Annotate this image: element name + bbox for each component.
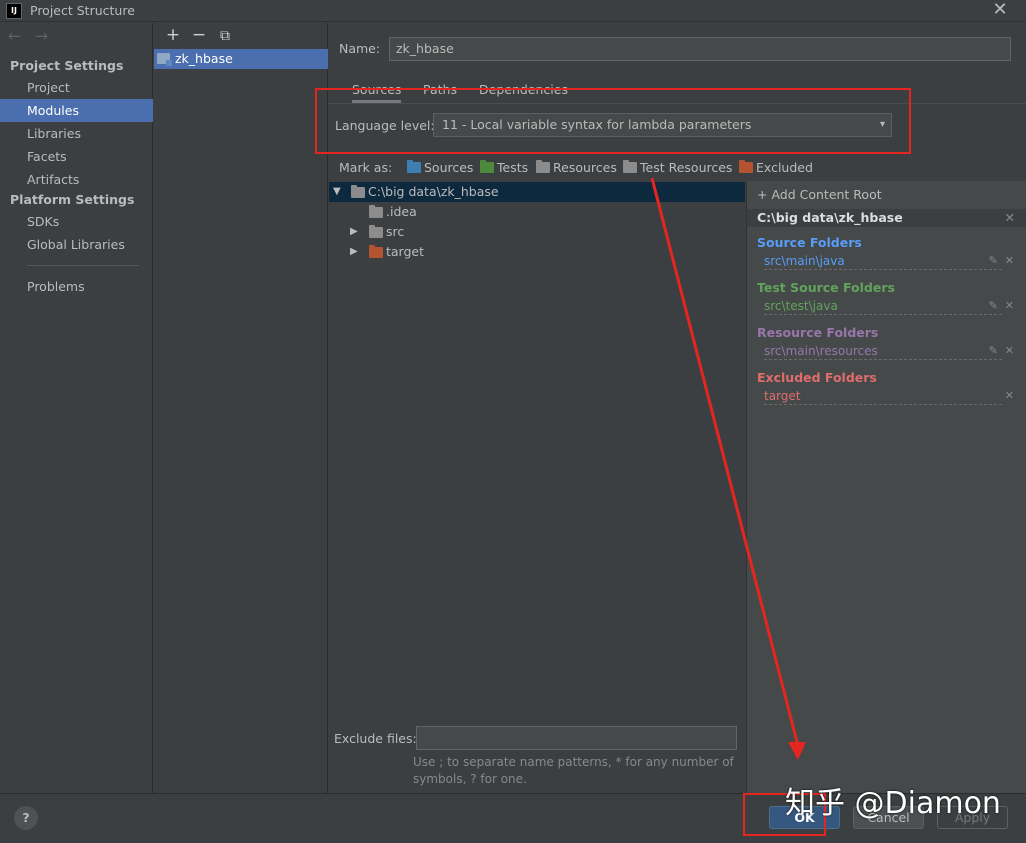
tab-sources[interactable]: Sources [352, 81, 402, 103]
mark-excluded-label: Excluded [756, 160, 813, 175]
module-item-zk-hbase[interactable]: zk_hbase [154, 49, 328, 69]
help-icon[interactable]: ? [14, 806, 38, 830]
test-source-folder-path[interactable]: src\test\java [764, 299, 1002, 315]
module-item-label: zk_hbase [175, 51, 233, 66]
test-resources-folder-icon [623, 160, 637, 173]
mark-resources-button[interactable]: Resources [536, 159, 617, 177]
remove-root-icon[interactable]: ✕ [1005, 209, 1015, 227]
remove-icon[interactable]: ✕ [1005, 254, 1014, 267]
nav-item-artifacts[interactable]: Artifacts [0, 168, 153, 191]
folder-icon [369, 205, 383, 218]
forward-arrow-icon[interactable]: → [35, 27, 48, 45]
mark-test-resources-button[interactable]: Test Resources [623, 159, 732, 177]
source-folder-actions: ✎ ✕ [989, 254, 1014, 267]
language-level-value: 11 - Local variable syntax for lambda pa… [442, 117, 752, 132]
excluded-folder-actions: ✕ [1005, 389, 1014, 402]
nav-item-facets[interactable]: Facets [0, 145, 153, 168]
name-label: Name: [339, 41, 381, 56]
test-folder-actions: ✎ ✕ [989, 299, 1014, 312]
source-folder-path[interactable]: src\main\java [764, 254, 1002, 270]
nav-item-project[interactable]: Project [0, 76, 153, 99]
content-root-panel: + Add Content Root C:\big data\zk_hbase … [746, 181, 1026, 793]
expand-triangle-icon[interactable]: ▶ [350, 242, 358, 262]
tab-paths[interactable]: Paths [423, 81, 457, 103]
resource-folder-path[interactable]: src\main\resources [764, 344, 1002, 360]
source-folders-title: Source Folders [757, 235, 862, 250]
nav-item-problems[interactable]: Problems [0, 275, 153, 298]
content-tree: ▼ C:\big data\zk_hbase .idea ▶ src ▶ tar… [329, 181, 745, 721]
nav-divider [27, 265, 139, 266]
nav-item-libraries[interactable]: Libraries [0, 122, 153, 145]
close-icon[interactable]: ✕ [992, 0, 1008, 22]
modules-toolbar: + − ⧉ [160, 25, 238, 47]
tree-item-label: .idea [386, 204, 417, 219]
nav-item-sdks[interactable]: SDKs [0, 210, 153, 233]
resource-folders-title: Resource Folders [757, 325, 879, 340]
folder-icon [369, 225, 383, 238]
platform-settings-header: Platform Settings [10, 192, 135, 207]
resource-folder-actions: ✎ ✕ [989, 344, 1014, 357]
nav-item-modules[interactable]: Modules [0, 99, 153, 122]
exclude-files-hint: Use ; to separate name patterns, * for a… [413, 755, 734, 786]
mark-tests-label: Tests [497, 160, 529, 175]
content-root-header: C:\big data\zk_hbase ✕ [747, 209, 1026, 227]
edit-icon[interactable]: ✎ [989, 254, 998, 267]
chevron-down-icon: ▾ [879, 119, 885, 130]
mark-excluded-button[interactable]: Excluded [739, 159, 813, 177]
tree-item-label: src [386, 224, 405, 239]
language-level-dropdown[interactable]: 11 - Local variable syntax for lambda pa… [433, 113, 892, 137]
tests-folder-icon [480, 160, 494, 173]
tree-row-target[interactable]: ▶ target [329, 242, 745, 262]
intellij-icon: IJ [6, 3, 22, 19]
project-settings-header: Project Settings [10, 58, 124, 73]
remove-icon[interactable]: ✕ [1005, 389, 1014, 402]
folder-icon [351, 185, 365, 198]
tree-item-label: target [386, 244, 425, 259]
settings-navigation: ← → Project Settings Project Modules Lib… [0, 23, 153, 793]
tab-divider [329, 103, 1026, 104]
remove-icon[interactable]: − [186, 25, 212, 45]
tab-dependencies[interactable]: Dependencies [479, 81, 568, 103]
mark-as-label: Mark as: [339, 160, 393, 175]
excluded-folder-path[interactable]: target [764, 389, 1002, 405]
excluded-folder-icon [369, 245, 383, 258]
mark-sources-label: Sources [424, 160, 474, 175]
exclude-files-input[interactable] [416, 726, 737, 750]
back-arrow-icon[interactable]: ← [8, 27, 21, 45]
add-content-root-button[interactable]: + Add Content Root [757, 187, 882, 202]
language-level-label: Language level: [335, 118, 435, 133]
content-root-path: C:\big data\zk_hbase [757, 210, 903, 225]
excluded-folders-title: Excluded Folders [757, 370, 877, 385]
copy-icon[interactable]: ⧉ [212, 28, 238, 44]
watermark: 知乎 @Diamon [785, 786, 1001, 821]
tree-row-src[interactable]: ▶ src [329, 222, 745, 242]
edit-icon[interactable]: ✎ [989, 344, 998, 357]
title-bar: IJ Project Structure ✕ [0, 0, 1026, 22]
tree-row-root[interactable]: ▼ C:\big data\zk_hbase [329, 182, 745, 202]
remove-icon[interactable]: ✕ [1005, 344, 1014, 357]
history-arrows: ← → [8, 27, 58, 45]
edit-icon[interactable]: ✎ [989, 299, 998, 312]
mark-sources-button[interactable]: Sources [407, 159, 473, 177]
add-icon[interactable]: + [160, 25, 186, 45]
nav-item-global-libraries[interactable]: Global Libraries [0, 233, 153, 256]
resources-folder-icon [536, 160, 550, 173]
excluded-folder-icon [739, 160, 753, 173]
tree-root-label: C:\big data\zk_hbase [368, 184, 499, 199]
module-editor: Name: zk_hbase Sources Paths Dependencie… [329, 23, 1026, 793]
mark-tests-button[interactable]: Tests [480, 159, 528, 177]
remove-icon[interactable]: ✕ [1005, 299, 1014, 312]
window-title: Project Structure [30, 3, 135, 18]
collapse-triangle-icon[interactable]: ▼ [333, 182, 341, 202]
module-folder-icon [157, 53, 172, 66]
expand-triangle-icon[interactable]: ▶ [350, 222, 358, 242]
mark-test-resources-label: Test Resources [640, 160, 733, 175]
test-source-folders-title: Test Source Folders [757, 280, 895, 295]
sources-folder-icon [407, 160, 421, 173]
mark-resources-label: Resources [553, 160, 617, 175]
module-name-input[interactable]: zk_hbase [389, 37, 1011, 61]
exclude-files-label: Exclude files: [334, 731, 417, 746]
tree-row-idea[interactable]: .idea [329, 202, 745, 222]
modules-list-panel: + − ⧉ zk_hbase [154, 23, 328, 793]
